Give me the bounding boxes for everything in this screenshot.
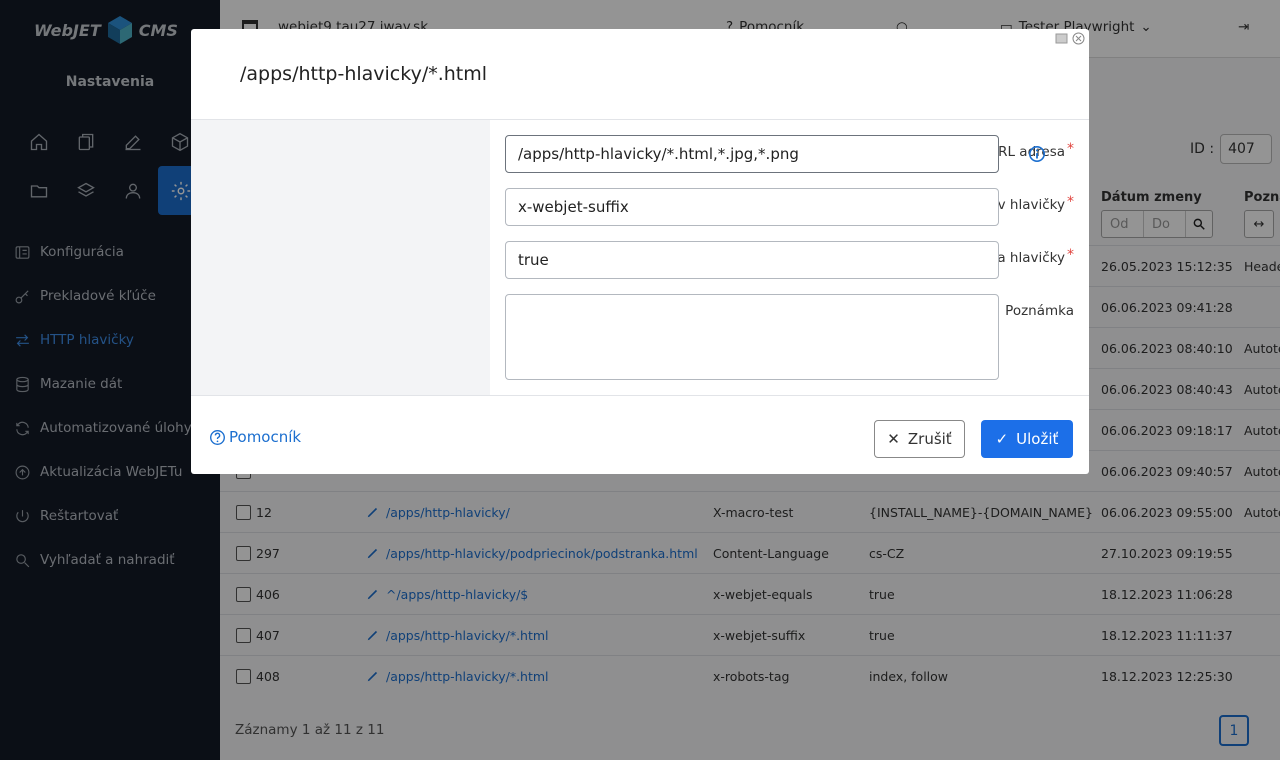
url-label-text: URL adresa xyxy=(988,144,1065,160)
cancel-button[interactable]: ✕ Zrušiť xyxy=(874,420,965,458)
question-icon xyxy=(210,429,225,445)
maximize-icon[interactable] xyxy=(1055,32,1068,45)
save-button[interactable]: ✓ Uložiť xyxy=(981,420,1073,458)
close-icon[interactable] xyxy=(1072,32,1085,45)
cancel-label: Zrušiť xyxy=(907,430,952,448)
modal-body: URL adresa * /apps/http-hlavicky/*.html,*… xyxy=(191,119,1089,396)
required-mark: * xyxy=(1067,247,1074,263)
required-mark: * xyxy=(1067,141,1074,157)
help-link[interactable]: Pomocník xyxy=(209,428,301,446)
modal-title: /apps/http-hlavicky/*.html xyxy=(240,63,488,85)
help-link-label: Pomocník xyxy=(229,428,302,446)
window-buttons xyxy=(1055,32,1085,45)
header-value-field[interactable]: true xyxy=(505,241,999,279)
modal-footer: Pomocník ✕ Zrušiť ✓ Uložiť xyxy=(191,396,1089,474)
header-name-field[interactable]: x-webjet-suffix xyxy=(505,188,999,226)
check-icon: ✓ xyxy=(995,430,1009,448)
edit-modal: /apps/http-hlavicky/*.html URL adresa * /… xyxy=(191,29,1089,474)
info-icon[interactable] xyxy=(1028,145,1046,163)
url-field[interactable]: /apps/http-hlavicky/*.html,*.jpg,*.png xyxy=(505,135,999,173)
close-icon: ✕ xyxy=(887,430,900,448)
save-label: Uložiť xyxy=(1016,430,1059,448)
required-mark: * xyxy=(1067,194,1074,210)
label-column xyxy=(191,120,490,395)
note-textarea[interactable] xyxy=(505,294,999,380)
